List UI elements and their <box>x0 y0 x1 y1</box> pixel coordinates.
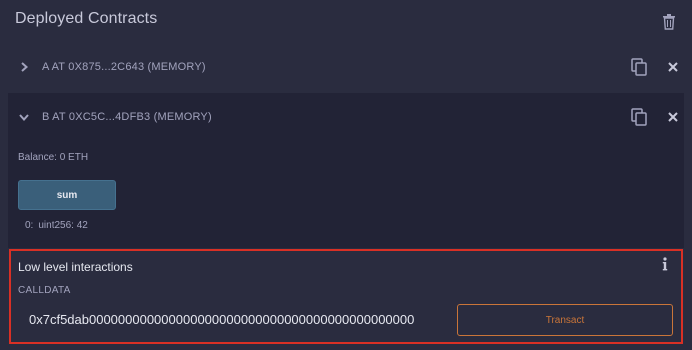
contract-a-label[interactable]: A AT 0X875...2C643 (MEMORY) <box>42 61 206 73</box>
result-value: uint256: 42 <box>38 220 88 231</box>
close-icon[interactable] <box>668 62 678 72</box>
close-icon[interactable] <box>668 112 678 122</box>
low-level-title: Low level interactions <box>18 260 133 274</box>
copy-icon[interactable] <box>631 108 647 126</box>
contract-row-a[interactable]: A AT 0X875...2C643 (MEMORY) <box>8 45 684 89</box>
calldata-label: CALLDATA <box>18 285 71 296</box>
contract-row-b[interactable]: B AT 0XC5C...4DFB3 (MEMORY) <box>8 95 684 139</box>
contract-b-label[interactable]: B AT 0XC5C...4DFB3 (MEMORY) <box>42 111 212 123</box>
sum-button[interactable]: sum <box>18 180 116 210</box>
deployed-contracts-title: Deployed Contracts <box>15 10 158 27</box>
low-level-interactions-panel: Low level interactions CALLDATA 0x7cf5da… <box>9 249 683 344</box>
info-icon[interactable] <box>662 257 668 271</box>
sum-result: 0: uint256: 42 <box>25 220 88 231</box>
balance-text: Balance: 0 ETH <box>18 152 89 163</box>
calldata-input[interactable]: 0x7cf5dab0000000000000000000000000000000… <box>17 304 445 336</box>
chevron-down-icon[interactable] <box>18 111 30 123</box>
copy-icon[interactable] <box>631 58 647 76</box>
result-index: 0: <box>25 220 34 231</box>
chevron-right-icon[interactable] <box>18 61 30 73</box>
transact-button[interactable]: Transact <box>457 304 673 336</box>
contract-b-panel: B AT 0XC5C...4DFB3 (MEMORY) Balance: 0 E… <box>8 93 684 248</box>
trash-icon[interactable] <box>662 14 676 30</box>
